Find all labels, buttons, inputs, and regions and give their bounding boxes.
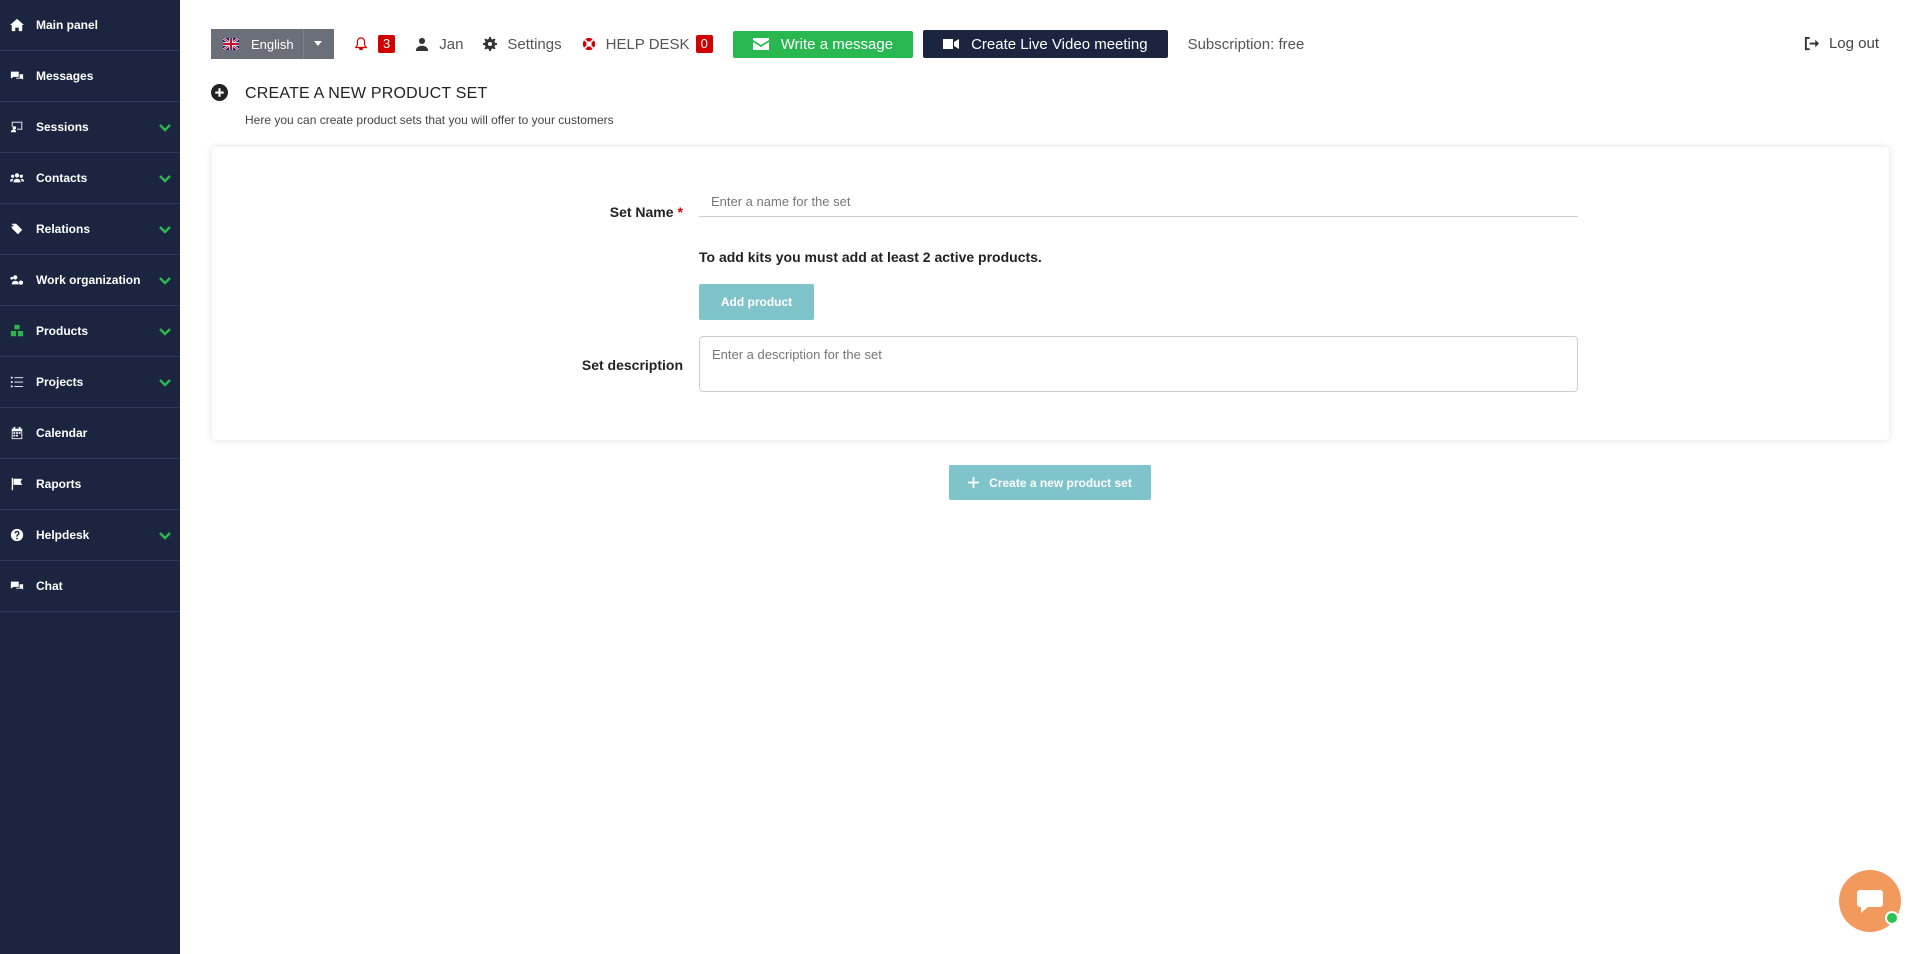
chat-bubble-icon <box>1857 890 1883 913</box>
page-title: CREATE A NEW PRODUCT SET <box>245 85 488 102</box>
logout-label: Log out <box>1828 35 1879 52</box>
sidebar-item-messages[interactable]: Messages <box>0 51 180 102</box>
sidebar-item-label: Contacts <box>36 171 88 185</box>
required-mark: * <box>677 204 683 220</box>
sidebar-item-raports[interactable]: Raports <box>0 459 180 510</box>
set-description-label: Set description <box>581 357 683 373</box>
sidebar-item-label: Chat <box>36 579 63 593</box>
product-set-form-card: Set Name* To add kits you must add at le… <box>212 147 1889 440</box>
chalkboard-icon <box>8 118 26 136</box>
sidebar-item-label: Work organization <box>36 273 141 287</box>
sidebar-item-contacts[interactable]: Contacts <box>0 153 180 204</box>
settings-label: Settings <box>507 35 562 53</box>
top-bar: English 3 Jan Settings HELP DESK 0 Write… <box>211 29 1304 59</box>
sidebar-item-label: Products <box>36 324 89 338</box>
set-name-label-text: Set Name <box>609 204 674 220</box>
question-circle-icon <box>8 526 26 544</box>
sidebar-item-label: Raports <box>36 477 82 491</box>
write-message-button[interactable]: Write a message <box>732 30 914 58</box>
plus-icon <box>968 477 980 488</box>
sidebar-item-main-panel[interactable]: Main panel <box>0 0 180 51</box>
settings-link[interactable]: Settings <box>483 35 562 53</box>
language-divider <box>303 29 304 59</box>
sign-out-icon <box>1804 36 1819 51</box>
tasks-icon <box>8 373 26 391</box>
helpdesk-badge: 0 <box>695 35 713 53</box>
sidebar: Main panel Messages Sessions Contacts Re… <box>0 0 180 954</box>
calendar-icon <box>8 424 26 442</box>
sidebar-item-calendar[interactable]: Calendar <box>0 408 180 459</box>
set-name-label: Set Name * <box>610 204 683 220</box>
sidebar-item-label: Sessions <box>36 120 89 134</box>
chevron-down-icon[interactable] <box>158 375 172 389</box>
set-name-input[interactable] <box>699 187 1578 217</box>
sidebar-item-label: Calendar <box>36 426 88 440</box>
life-ring-icon <box>582 37 595 51</box>
video-meeting-label: Create Live Video meeting <box>971 35 1148 53</box>
language-label: English <box>251 36 294 52</box>
set-description-input[interactable] <box>699 336 1578 392</box>
subscription-status: Subscription: free <box>1187 35 1305 53</box>
sidebar-item-label: Relations <box>36 222 91 236</box>
helpdesk-link[interactable]: HELP DESK 0 <box>582 35 713 53</box>
users-cog-icon <box>8 271 26 289</box>
sidebar-item-projects[interactable]: Projects <box>0 357 180 408</box>
sidebar-item-chat[interactable]: Chat <box>0 561 180 612</box>
users-icon <box>8 169 26 187</box>
bell-icon <box>354 37 368 51</box>
gear-icon <box>483 37 498 51</box>
add-kits-info-text: To add kits you must add at least 2 acti… <box>699 249 1042 265</box>
create-product-set-label: Create a new product set <box>989 475 1132 490</box>
user-menu[interactable]: Jan <box>415 36 463 53</box>
notifications-badge: 3 <box>378 35 396 53</box>
sidebar-item-label: Projects <box>36 375 84 389</box>
chevron-down-icon[interactable] <box>158 120 172 134</box>
chevron-down-icon[interactable] <box>158 324 172 338</box>
sidebar-item-label: Main panel <box>36 18 99 32</box>
user-name: Jan <box>439 35 464 53</box>
chevron-down-icon[interactable] <box>158 528 172 542</box>
comments-icon <box>8 67 26 85</box>
logout-link[interactable]: Log out <box>1804 35 1879 52</box>
tags-icon <box>8 220 26 238</box>
create-product-set-button[interactable]: Create a new product set <box>949 465 1151 500</box>
online-status-dot <box>1885 911 1899 925</box>
add-product-button[interactable]: Add product <box>699 284 814 320</box>
sidebar-item-sessions[interactable]: Sessions <box>0 102 180 153</box>
video-camera-icon <box>943 39 960 49</box>
language-selector[interactable]: English <box>211 29 334 59</box>
sidebar-item-label: Helpdesk <box>36 528 90 542</box>
chevron-down-icon[interactable] <box>158 273 172 287</box>
flag-icon <box>8 475 26 493</box>
sidebar-item-label: Messages <box>36 69 94 83</box>
sidebar-item-relations[interactable]: Relations <box>0 204 180 255</box>
comments-icon <box>8 577 26 595</box>
chevron-down-icon[interactable] <box>158 222 172 236</box>
envelope-icon <box>752 38 769 50</box>
helpdesk-label: HELP DESK <box>605 35 690 53</box>
chevron-down-icon[interactable] <box>158 171 172 185</box>
user-icon <box>416 37 429 51</box>
uk-flag-icon <box>223 38 239 50</box>
cubes-icon <box>8 322 26 340</box>
sidebar-item-helpdesk[interactable]: Helpdesk <box>0 510 180 561</box>
sidebar-item-work-organization[interactable]: Work organization <box>0 255 180 306</box>
write-message-label: Write a message <box>780 35 894 53</box>
sidebar-item-products[interactable]: Products <box>0 306 180 357</box>
home-icon <box>8 16 26 34</box>
page-subtitle: Here you can create product sets that yo… <box>245 113 614 127</box>
create-video-meeting-button[interactable]: Create Live Video meeting <box>923 30 1168 58</box>
notifications[interactable]: 3 <box>354 35 396 53</box>
caret-down-icon[interactable] <box>314 41 322 46</box>
plus-circle-icon <box>211 84 228 101</box>
